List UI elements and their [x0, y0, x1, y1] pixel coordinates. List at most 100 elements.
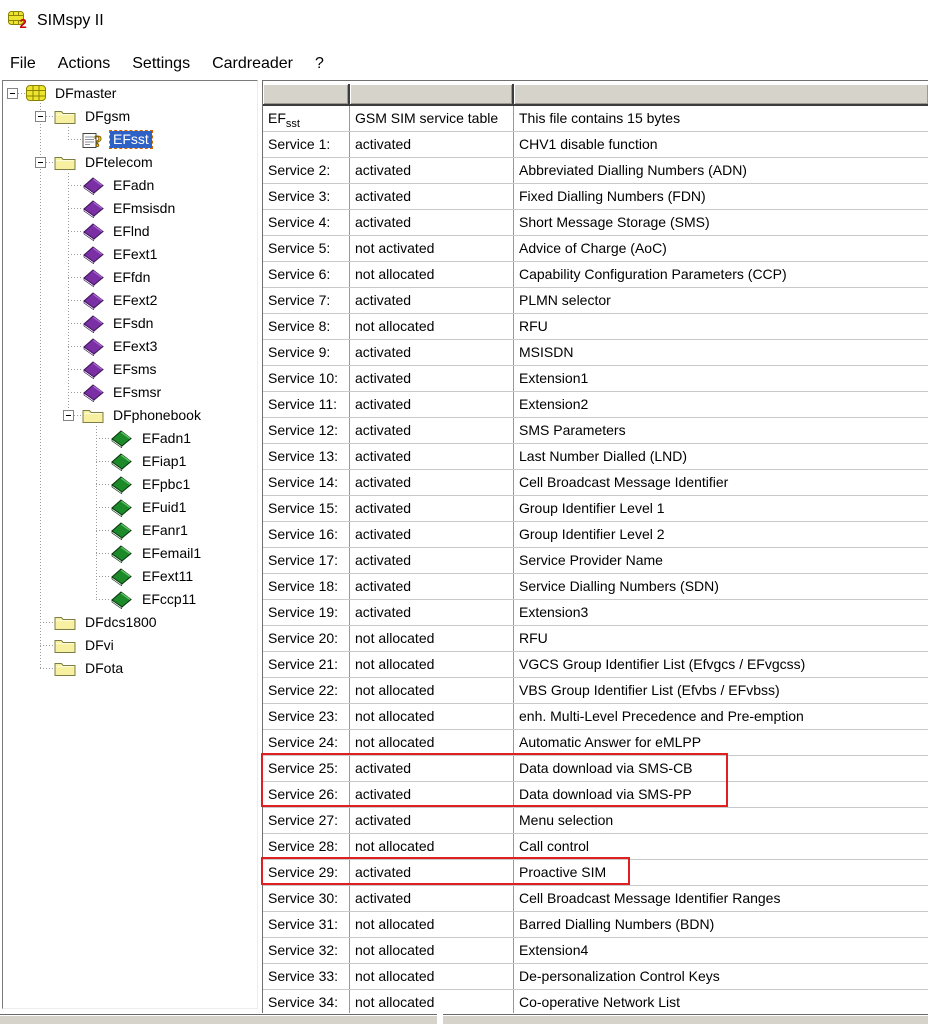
table-row-service-24[interactable]: Service 24: not allocated Automatic Answ… [263, 730, 928, 756]
tree-expander-minus[interactable] [63, 410, 74, 421]
table-header-col2[interactable] [350, 84, 514, 104]
tree-item-label[interactable]: DFvi [82, 637, 117, 654]
service-cell: Service 1: [263, 132, 350, 157]
menu-item-file[interactable]: File [10, 55, 36, 73]
tree-item-label[interactable]: EFanr1 [139, 522, 191, 539]
description-cell: This file contains 15 bytes [514, 106, 928, 131]
table-row-ef-sst[interactable]: EFsst GSM SIM service table This file co… [263, 106, 928, 132]
service-cell: Service 31: [263, 912, 350, 937]
tree-item-efuid1: EFuid1 [3, 496, 257, 519]
purple-book-icon [82, 338, 104, 356]
svg-text:?: ? [94, 134, 102, 150]
menu-item-actions[interactable]: Actions [58, 55, 110, 73]
table-row-service-28[interactable]: Service 28: not allocated Call control [263, 834, 928, 860]
table-row-service-34[interactable]: Service 34: not allocated Co-operative N… [263, 990, 928, 1013]
tree-item-label[interactable]: EFuid1 [139, 499, 189, 516]
table-row-service-4[interactable]: Service 4: activated Short Message Stora… [263, 210, 928, 236]
tree-item-label[interactable]: EFext11 [139, 568, 196, 585]
tree-item-label[interactable]: EFext2 [110, 292, 160, 309]
purple-book-icon [82, 200, 104, 218]
tree-item-efext2: EFext2 [3, 289, 257, 312]
tree-item-label[interactable]: EFsms [110, 361, 160, 378]
table-row-service-21[interactable]: Service 21: not allocated VGCS Group Ide… [263, 652, 928, 678]
table-row-service-5[interactable]: Service 5: not activated Advice of Charg… [263, 236, 928, 262]
tree-item-label[interactable]: DFgsm [82, 108, 133, 125]
description-cell: Abbreviated Dialling Numbers (ADN) [514, 158, 928, 183]
tree-connector-stub [96, 576, 110, 577]
status-cell: activated [350, 756, 514, 781]
table-row-service-25[interactable]: Service 25: activated Data download via … [263, 756, 928, 782]
table-row-service-13[interactable]: Service 13: activated Last Number Dialle… [263, 444, 928, 470]
table-row-service-18[interactable]: Service 18: activated Service Dialling N… [263, 574, 928, 600]
menu-item-cardreader[interactable]: Cardreader [212, 55, 293, 73]
table-row-service-10[interactable]: Service 10: activated Extension1 [263, 366, 928, 392]
sim-chip-icon [26, 85, 47, 102]
table-row-service-1[interactable]: Service 1: activated CHV1 disable functi… [263, 132, 928, 158]
tree-item-label[interactable]: DFtelecom [82, 154, 156, 171]
table-row-service-33[interactable]: Service 33: not allocated De-personaliza… [263, 964, 928, 990]
tree-item-label[interactable]: EFext3 [110, 338, 160, 355]
status-cell: activated [350, 366, 514, 391]
tree-item-label[interactable]: EFsst [110, 131, 152, 148]
status-cell: not allocated [350, 652, 514, 677]
table-row-service-2[interactable]: Service 2: activated Abbreviated Diallin… [263, 158, 928, 184]
table-row-service-16[interactable]: Service 16: activated Group Identifier L… [263, 522, 928, 548]
description-cell: Barred Dialling Numbers (BDN) [514, 912, 928, 937]
status-cell: activated [350, 600, 514, 625]
tree-item-label[interactable]: DFdcs1800 [82, 614, 160, 631]
table-row-service-7[interactable]: Service 7: activated PLMN selector [263, 288, 928, 314]
status-cell: activated [350, 496, 514, 521]
simspy-window: 2 SIMspy II File Actions Settings Cardreade… [0, 0, 928, 1024]
table-header-col1[interactable] [263, 84, 350, 104]
tree-item-label[interactable]: EFpbc1 [139, 476, 193, 493]
table-row-service-11[interactable]: Service 11: activated Extension2 [263, 392, 928, 418]
tree-expander-minus[interactable] [35, 111, 46, 122]
menu-item-settings[interactable]: Settings [132, 55, 190, 73]
table-row-service-26[interactable]: Service 26: activated Data download via … [263, 782, 928, 808]
tree-expander-minus[interactable] [35, 157, 46, 168]
table-row-service-12[interactable]: Service 12: activated SMS Parameters [263, 418, 928, 444]
tree-item-label[interactable]: DFmaster [52, 85, 119, 102]
table-row-service-20[interactable]: Service 20: not allocated RFU [263, 626, 928, 652]
table-row-service-31[interactable]: Service 31: not allocated Barred Diallin… [263, 912, 928, 938]
menu-item-help[interactable]: ? [315, 55, 324, 73]
table-row-service-14[interactable]: Service 14: activated Cell Broadcast Mes… [263, 470, 928, 496]
table-header-col3[interactable] [514, 84, 928, 104]
tree-item-label[interactable]: EFccp11 [139, 591, 199, 608]
table-row-service-32[interactable]: Service 32: not allocated Extension4 [263, 938, 928, 964]
table-row-service-15[interactable]: Service 15: activated Group Identifier L… [263, 496, 928, 522]
table-row-service-17[interactable]: Service 17: activated Service Provider N… [263, 548, 928, 574]
purple-book-icon [82, 177, 104, 195]
table-row-service-6[interactable]: Service 6: not allocated Capability Conf… [263, 262, 928, 288]
tree-item-label[interactable]: EFsdn [110, 315, 156, 332]
tree-item-dfdcs1800: DFdcs1800 [3, 611, 257, 634]
table-row-service-30[interactable]: Service 30: activated Cell Broadcast Mes… [263, 886, 928, 912]
tree-item-label[interactable]: EFext1 [110, 246, 160, 263]
tree-item-label[interactable]: EFlnd [110, 223, 153, 240]
table-row-service-8[interactable]: Service 8: not allocated RFU [263, 314, 928, 340]
table-row-service-9[interactable]: Service 9: activated MSISDN [263, 340, 928, 366]
tree-item-label[interactable]: EFiap1 [139, 453, 189, 470]
table-row-service-22[interactable]: Service 22: not allocated VBS Group Iden… [263, 678, 928, 704]
table-row-service-23[interactable]: Service 23: not allocated enh. Multi-Lev… [263, 704, 928, 730]
tree-item-label[interactable]: EFadn [110, 177, 157, 194]
tree-item-label[interactable]: DFphonebook [110, 407, 204, 424]
tree-item-label[interactable]: EFemail1 [139, 545, 204, 562]
tree-connector-stub [96, 599, 110, 600]
table-row-service-3[interactable]: Service 3: activated Fixed Dialling Numb… [263, 184, 928, 210]
purple-book-icon [82, 246, 104, 264]
tree-item-label[interactable]: EFfdn [110, 269, 153, 286]
table-row-service-29[interactable]: Service 29: activated Proactive SIM [263, 860, 928, 886]
tree-expander-minus[interactable] [7, 88, 18, 99]
tree-item-label[interactable]: EFsmsr [110, 384, 164, 401]
tree-item-efadn: EFadn [3, 174, 257, 197]
table-row-service-19[interactable]: Service 19: activated Extension3 [263, 600, 928, 626]
tree-item-label[interactable]: EFmsisdn [110, 200, 178, 217]
table-row-service-27[interactable]: Service 27: activated Menu selection [263, 808, 928, 834]
service-cell: Service 12: [263, 418, 350, 443]
tree-item-label[interactable]: DFota [82, 660, 126, 677]
green-book-icon [110, 499, 132, 517]
service-cell: Service 16: [263, 522, 350, 547]
tree-item-label[interactable]: EFadn1 [139, 430, 194, 447]
titlebar: 2 SIMspy II [8, 8, 104, 34]
